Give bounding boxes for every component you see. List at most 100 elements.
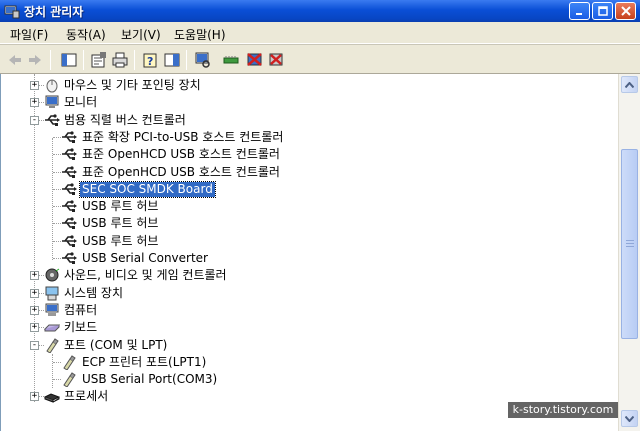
tree-category[interactable]: + 컴퓨터 bbox=[1, 302, 618, 319]
toolbar-separator bbox=[50, 50, 51, 70]
arrow-down-icon bbox=[625, 415, 634, 422]
menu-help[interactable]: 도움말(H) bbox=[174, 26, 226, 43]
scan-hardware-icon[interactable] bbox=[194, 51, 212, 69]
collapse-button[interactable]: - bbox=[30, 340, 39, 350]
expand-button[interactable]: + bbox=[30, 288, 39, 298]
tree-category[interactable]: + 모니터 bbox=[1, 94, 618, 111]
tree-item-label[interactable]: 마우스 및 기타 포인팅 장치 bbox=[62, 78, 203, 93]
properties-icon[interactable] bbox=[90, 51, 108, 69]
tree-item-label[interactable]: 시스템 장치 bbox=[62, 286, 125, 301]
tree-category[interactable]: - 범용 직렬 버스 컨트롤러 bbox=[1, 112, 618, 129]
vertical-scrollbar[interactable] bbox=[618, 74, 640, 431]
tree-line bbox=[53, 206, 61, 208]
uninstall-icon[interactable] bbox=[267, 51, 285, 69]
expand-button[interactable]: + bbox=[30, 323, 39, 333]
expand-button[interactable]: + bbox=[30, 98, 39, 108]
usb-icon bbox=[62, 165, 77, 178]
expand-button[interactable]: + bbox=[30, 271, 39, 281]
menu-file[interactable]: 파일(F) bbox=[10, 26, 48, 43]
device-tree[interactable]: + 마우스 및 기타 포인팅 장치 + 모니터 - 범용 직렬 버스 컨트롤러표준 확장 … bbox=[0, 74, 618, 431]
tree-item-label[interactable]: 키보드 bbox=[62, 320, 99, 335]
usb-icon bbox=[62, 252, 77, 264]
maximize-button[interactable] bbox=[592, 2, 613, 20]
show-hide-icon[interactable] bbox=[163, 51, 181, 69]
tree-item-label[interactable]: 범용 직렬 버스 컨트롤러 bbox=[62, 113, 188, 128]
expand-button[interactable]: + bbox=[30, 392, 39, 402]
tree-device[interactable]: USB 루트 허브 bbox=[1, 198, 618, 215]
console-tree-icon[interactable] bbox=[60, 51, 78, 69]
port-icon bbox=[63, 355, 76, 370]
tree-item-label[interactable]: USB Serial Port(COM3) bbox=[80, 372, 219, 387]
port-icon bbox=[63, 372, 76, 388]
disable-icon[interactable] bbox=[246, 51, 264, 69]
toolbar-separator bbox=[83, 50, 84, 70]
tree-device[interactable]: ECP 프린터 포트(LPT1) bbox=[1, 354, 618, 371]
toolbar-separator bbox=[134, 50, 135, 70]
tree-device[interactable]: 표준 OpenHCD USB 호스트 컨트롤러 bbox=[1, 164, 618, 181]
expand-button[interactable]: + bbox=[30, 81, 39, 90]
tree-category[interactable]: + 키보드 bbox=[1, 319, 618, 336]
forward-icon[interactable] bbox=[26, 51, 44, 69]
usb-icon bbox=[62, 183, 77, 195]
tree-device[interactable]: 표준 OpenHCD USB 호스트 컨트롤러 bbox=[1, 146, 618, 163]
tree-item-label[interactable]: 표준 확장 PCI-to-USB 호스트 컨트롤러 bbox=[80, 130, 285, 145]
tree-line bbox=[53, 223, 61, 225]
tree-item-label[interactable]: 표준 OpenHCD USB 호스트 컨트롤러 bbox=[80, 165, 282, 180]
tree-item-label[interactable]: USB 루트 허브 bbox=[80, 199, 160, 214]
window-title: 장치 관리자 bbox=[24, 5, 84, 19]
print-icon[interactable] bbox=[111, 51, 129, 69]
usb-icon bbox=[45, 113, 60, 126]
menu-action[interactable]: 동작(A) bbox=[66, 26, 106, 43]
tree-device[interactable]: 표준 확장 PCI-to-USB 호스트 컨트롤러 bbox=[1, 129, 618, 146]
tree-item-label[interactable]: 컴퓨터 bbox=[62, 303, 99, 318]
tree-item-label[interactable]: 표준 OpenHCD USB 호스트 컨트롤러 bbox=[80, 147, 282, 162]
tree-item-label[interactable]: USB 루트 허브 bbox=[80, 216, 160, 231]
monitor-icon bbox=[45, 95, 59, 109]
usb-icon bbox=[62, 200, 77, 213]
scroll-up-button[interactable] bbox=[621, 76, 638, 93]
tree-line bbox=[53, 154, 61, 156]
computer-icon bbox=[45, 303, 59, 316]
scroll-down-button[interactable] bbox=[621, 410, 638, 427]
tree-item-label[interactable]: 모니터 bbox=[62, 95, 99, 110]
tree-device[interactable]: USB Serial Port(COM3) bbox=[1, 371, 618, 388]
tree-category[interactable]: + 시스템 장치 bbox=[1, 285, 618, 302]
tree-device[interactable]: SEC SOC SMDK Board bbox=[1, 180, 618, 198]
tree-item-label[interactable]: ECP 프린터 포트(LPT1) bbox=[80, 355, 208, 370]
collapse-button[interactable]: - bbox=[30, 115, 39, 125]
processor-icon bbox=[44, 393, 60, 404]
tree-item-label[interactable]: USB 루트 허브 bbox=[80, 234, 160, 249]
expand-button[interactable]: + bbox=[30, 305, 39, 315]
help-icon[interactable]: ? bbox=[142, 51, 160, 69]
close-button[interactable] bbox=[615, 2, 636, 20]
tree-item-label[interactable]: SEC SOC SMDK Board bbox=[79, 180, 216, 198]
keyboard-icon bbox=[44, 324, 60, 332]
menu-view[interactable]: 보기(V) bbox=[121, 26, 161, 43]
tree-device[interactable]: USB Serial Converter bbox=[1, 250, 618, 267]
device-manager-icon bbox=[4, 5, 20, 19]
tree-line bbox=[53, 240, 61, 242]
scroll-thumb[interactable] bbox=[621, 149, 638, 339]
back-icon[interactable] bbox=[6, 51, 24, 69]
menu-bar: 파일(F) 동작(A) 보기(V) 도움말(H) bbox=[0, 22, 640, 44]
tree-line bbox=[53, 188, 61, 190]
tree-category[interactable]: + 마우스 및 기타 포인팅 장치 bbox=[1, 77, 618, 94]
minimize-button[interactable] bbox=[569, 2, 590, 20]
tree-device[interactable]: USB 루트 허브 bbox=[1, 215, 618, 232]
update-driver-icon[interactable] bbox=[222, 51, 240, 69]
tree-item-label[interactable]: 프로세서 bbox=[62, 389, 110, 404]
svg-text:?: ? bbox=[147, 55, 153, 68]
tree-category[interactable]: + 사운드, 비디오 및 게임 컨트롤러 bbox=[1, 267, 618, 284]
tree-device[interactable]: USB 루트 허브 bbox=[1, 233, 618, 250]
usb-icon bbox=[62, 148, 77, 161]
tree-item-label[interactable]: 사운드, 비디오 및 게임 컨트롤러 bbox=[62, 268, 229, 283]
toolbar-separator bbox=[186, 50, 187, 70]
tree-category[interactable]: - 포트 (COM 및 LPT) bbox=[1, 337, 618, 354]
tree-line bbox=[53, 379, 61, 381]
tree-item-label[interactable]: USB Serial Converter bbox=[80, 251, 210, 266]
mouse-icon bbox=[46, 79, 58, 93]
usb-icon bbox=[62, 131, 77, 143]
tree-item-label[interactable]: 포트 (COM 및 LPT) bbox=[62, 338, 169, 353]
tree-line bbox=[53, 361, 61, 363]
title-bar[interactable]: 장치 관리자 bbox=[0, 0, 640, 22]
